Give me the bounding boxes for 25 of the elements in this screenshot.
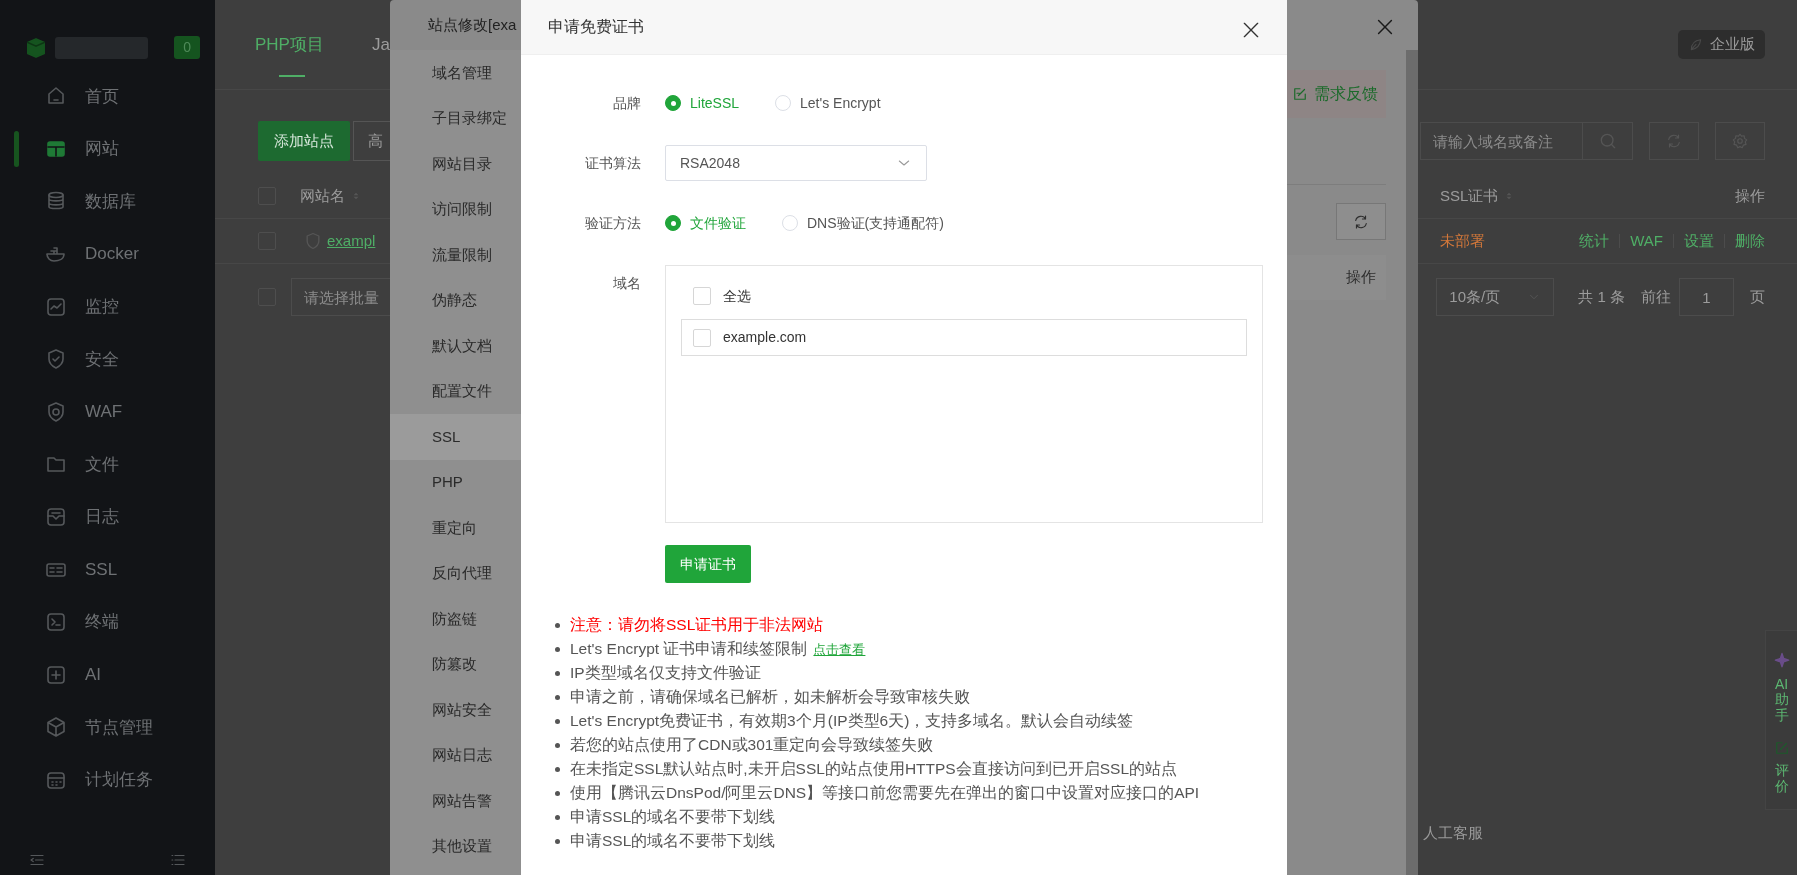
dialog-title: 站点修改[exa bbox=[428, 15, 517, 35]
column-header: 网站名 bbox=[300, 185, 345, 206]
note-text: 申请之前，请确保域名已解析，如未解析会导致审核失败 bbox=[570, 687, 970, 708]
note-text: 申请SSL的域名不要带下划线 bbox=[570, 807, 776, 828]
column-header: 操作 bbox=[1735, 185, 1765, 206]
field-label: 域名 bbox=[612, 274, 641, 293]
note-text: Let's Encrypt免费证书，有效期3个月(IP类型6天)，支持多域名。默认会自动续签 bbox=[570, 711, 1134, 732]
note-text: Let's Encrypt 证书申请和续签限制 点击查看 bbox=[570, 639, 866, 660]
dialog-title: 申请免费证书 bbox=[548, 17, 644, 37]
note-text: 使用【腾讯云DnsPod/阿里云DNS】等接口前您需要先在弹出的窗口中设置对应接口的API bbox=[570, 783, 1200, 804]
goto-label: 前往 bbox=[1641, 286, 1671, 307]
total-count: 共 1 条 bbox=[1578, 286, 1625, 307]
note-text: IP类型域名仅支持文件验证 bbox=[570, 663, 761, 684]
column-header: SSL证书 bbox=[1440, 185, 1499, 206]
notification-badge: 0 bbox=[174, 36, 200, 59]
warning-text: 注意：请勿将SSL证书用于非法网站 bbox=[570, 615, 824, 636]
field-label: 证书算法 bbox=[584, 153, 641, 173]
note-text: 若您的站点使用了CDN或301重定向会导致续签失败 bbox=[570, 735, 934, 756]
ssl-status: 未部署 bbox=[1440, 230, 1485, 251]
note-text: 申请SSL的域名不要带下划线 bbox=[570, 831, 776, 852]
field-label: 验证方法 bbox=[584, 213, 641, 233]
field-label: 品牌 bbox=[612, 93, 641, 113]
page-unit: 页 bbox=[1750, 286, 1765, 307]
column-header: 操作 bbox=[1346, 267, 1376, 288]
note-text: 在未指定SSL默认站点时,未开启SSL的站点使用HTTPS会直接访问到已开启SSL的站点 bbox=[570, 759, 1177, 780]
